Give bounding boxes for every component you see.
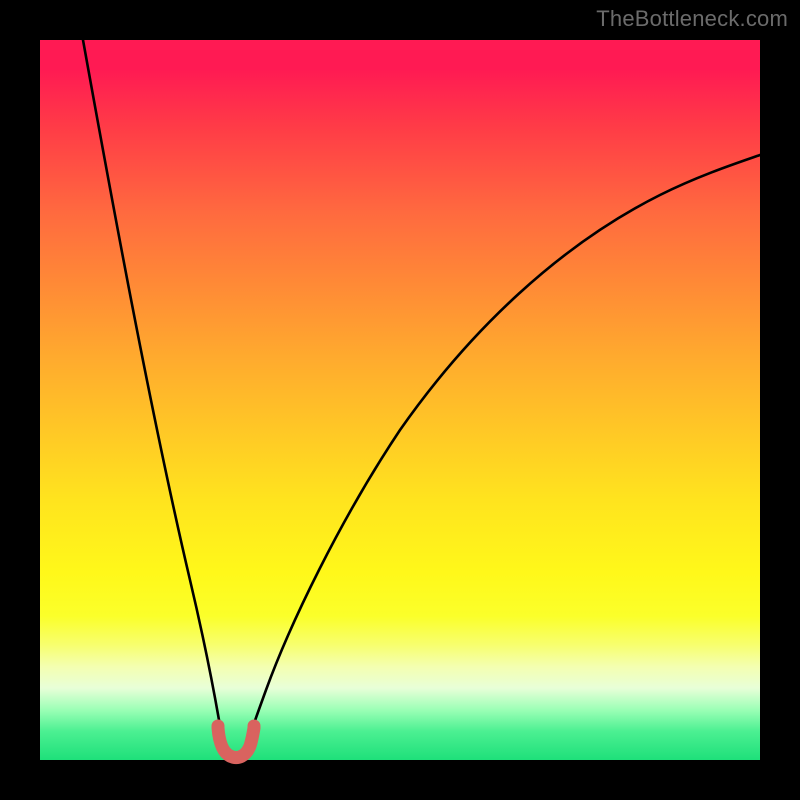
bottleneck-curve — [40, 40, 760, 760]
minimum-bump-dot-left — [212, 720, 225, 733]
curve-left-branch — [83, 40, 225, 750]
plot-area — [40, 40, 760, 760]
watermark-text: TheBottleneck.com — [596, 6, 788, 32]
minimum-bump — [218, 728, 254, 758]
chart-frame: TheBottleneck.com — [0, 0, 800, 800]
curve-right-branch — [245, 155, 760, 750]
minimum-bump-dot-right — [248, 720, 261, 733]
